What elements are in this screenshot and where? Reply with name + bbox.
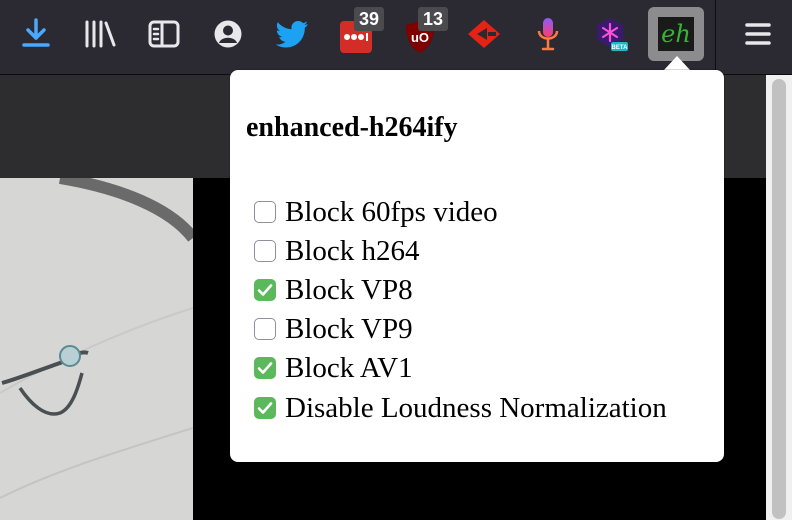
- checkbox[interactable]: [254, 201, 276, 223]
- downloads-icon: [22, 18, 50, 47]
- option-label: Block h264: [285, 234, 420, 267]
- extension-label: eh: [661, 20, 691, 48]
- beta-ext-icon: BETA: [597, 18, 629, 51]
- toolbar-separator: [715, 0, 716, 74]
- option-block-av1[interactable]: Block AV1: [254, 350, 413, 386]
- popup-arrow: [664, 56, 690, 70]
- menu-button[interactable]: [732, 8, 784, 60]
- lastpass-badge: 39: [354, 7, 385, 31]
- sidebar-icon: [148, 20, 180, 48]
- checkbox[interactable]: [254, 279, 276, 301]
- menu-icon: [745, 23, 771, 45]
- option-label: Block 60fps video: [285, 195, 498, 228]
- scrollbar[interactable]: [766, 75, 792, 520]
- downloads-button[interactable]: [10, 8, 62, 60]
- video-ext-icon: [468, 20, 500, 48]
- checkbox[interactable]: [254, 357, 276, 379]
- extension-popup: enhanced-h264ify Block 60fps video Block…: [230, 70, 724, 462]
- checkmark-icon: [257, 402, 273, 414]
- microphone-icon: [537, 18, 559, 51]
- enhanced-h264ify-button[interactable]: eh: [648, 7, 704, 61]
- twitter-button[interactable]: [266, 8, 318, 60]
- checkmark-icon: [257, 284, 273, 296]
- enhanced-h264ify-icon: eh: [658, 17, 694, 51]
- account-button[interactable]: [202, 8, 254, 60]
- option-label: Disable Loudness Normalization: [285, 391, 667, 424]
- option-block-60fps[interactable]: Block 60fps video: [254, 194, 498, 230]
- scrollbar-thumb[interactable]: [772, 79, 786, 519]
- option-block-vp8[interactable]: Block VP8: [254, 272, 413, 308]
- library-icon: [85, 20, 116, 48]
- beta-ext-button[interactable]: BETA: [586, 8, 638, 60]
- checkmark-icon: [257, 362, 273, 374]
- page-image: [0, 178, 193, 520]
- account-icon: [214, 20, 242, 48]
- checkbox[interactable]: [254, 397, 276, 419]
- option-label: Block VP8: [285, 273, 413, 306]
- ublock-button[interactable]: uO 13: [394, 7, 449, 60]
- twitter-icon: [276, 21, 308, 48]
- ublock-badge: 13: [418, 7, 449, 31]
- svg-text:uO: uO: [411, 30, 429, 45]
- video-ext-button[interactable]: [458, 8, 510, 60]
- beta-label: BETA: [612, 45, 629, 51]
- option-block-h264[interactable]: Block h264: [254, 233, 420, 269]
- checkbox[interactable]: [254, 318, 276, 340]
- library-button[interactable]: [74, 8, 126, 60]
- sidebar-button[interactable]: [138, 8, 190, 60]
- option-disable-loudness-normalization[interactable]: Disable Loudness Normalization: [254, 390, 667, 426]
- option-label: Block VP9: [285, 312, 413, 345]
- microphone-button[interactable]: [522, 8, 574, 60]
- checkbox[interactable]: [254, 240, 276, 262]
- popup-title: enhanced-h264ify: [246, 112, 458, 143]
- option-block-vp9[interactable]: Block VP9: [254, 311, 413, 347]
- option-label: Block AV1: [285, 351, 413, 384]
- lastpass-button[interactable]: 39: [330, 7, 385, 60]
